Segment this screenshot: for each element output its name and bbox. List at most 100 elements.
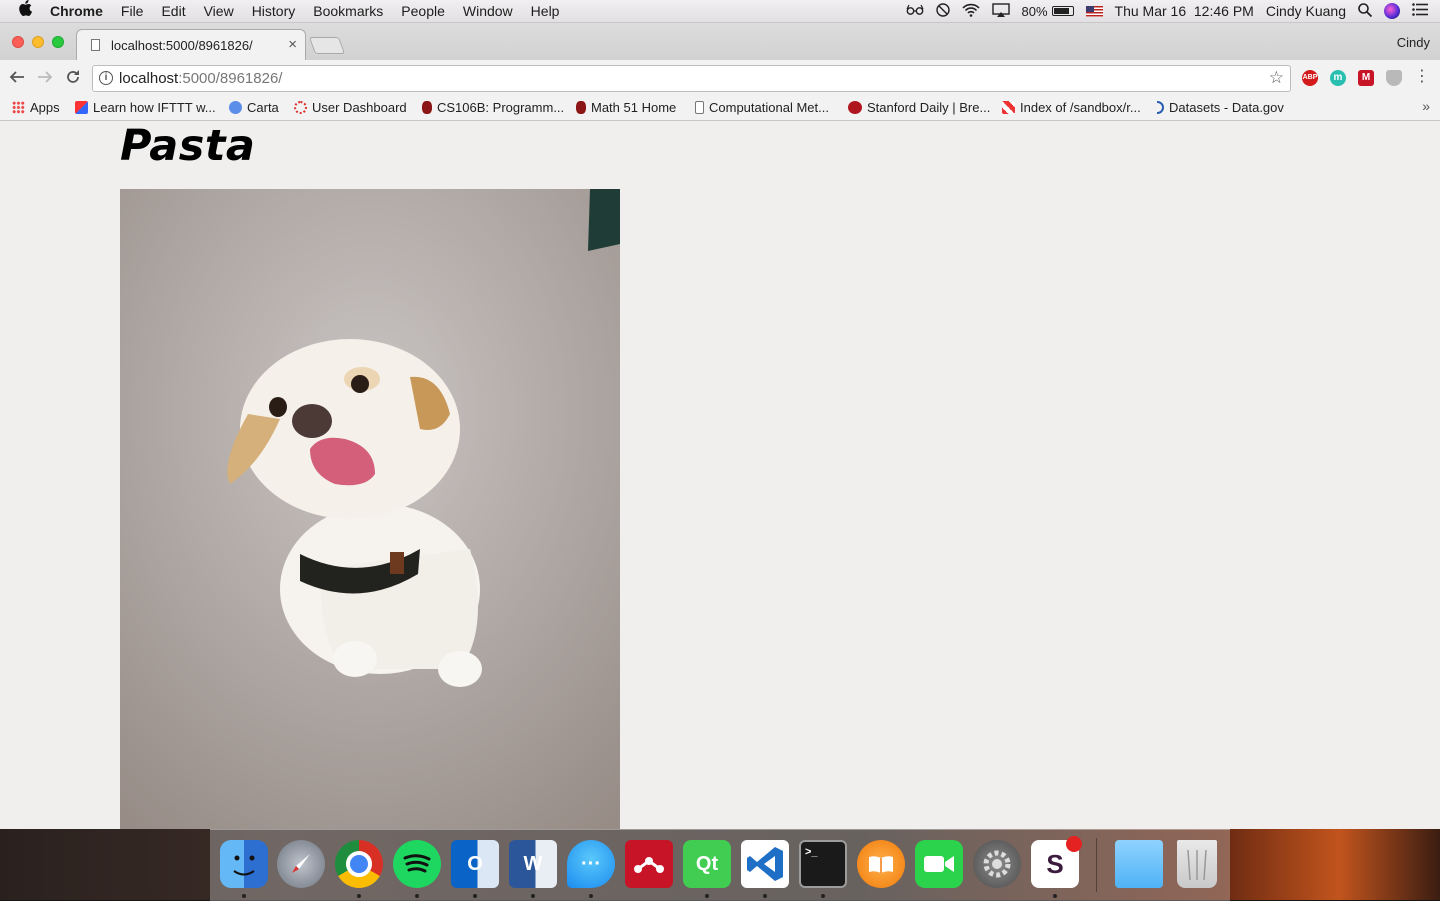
dock-separator (1096, 838, 1097, 892)
bookmark-carta[interactable]: Carta (229, 100, 279, 115)
menu-window[interactable]: Window (463, 0, 513, 22)
carta-icon (229, 101, 242, 114)
url-text[interactable]: localhost:5000/8961826/ (119, 70, 282, 87)
spotlight-search-icon[interactable] (1358, 2, 1373, 20)
menu-people[interactable]: People (401, 0, 445, 22)
us-flag-input-source-icon[interactable] (1085, 5, 1103, 17)
page-icon (695, 101, 704, 114)
tab-strip: localhost:5000/8961826/ × Cindy (0, 23, 1440, 60)
url-path: :5000/8961826/ (178, 70, 283, 87)
close-tab-icon[interactable]: × (288, 36, 297, 53)
new-tab-button[interactable] (308, 37, 346, 54)
browser-window: localhost:5000/8961826/ × Cindy i localh… (0, 23, 1440, 829)
spotify-running-dot (415, 894, 419, 898)
bookmark-cs106b[interactable]: CS106B: Programm... (422, 100, 564, 115)
stanford-daily-icon (848, 101, 862, 114)
dog-photo (120, 189, 620, 829)
profile-button[interactable]: Cindy (1397, 35, 1430, 50)
close-window-button[interactable] (12, 36, 24, 48)
chrome-running-dot (357, 894, 361, 898)
bookmark-index-sandbox[interactable]: Index of /sandbox/r... (1002, 100, 1141, 115)
zoom-window-button[interactable] (52, 36, 64, 48)
word-icon[interactable]: W (509, 840, 557, 888)
messages-icon[interactable]: ··· (567, 840, 615, 888)
ifttt-icon (75, 101, 88, 114)
menu-history[interactable]: History (252, 0, 296, 22)
datagov-icon (1157, 101, 1164, 114)
page-content: Pasta (0, 121, 1440, 829)
site-info-icon[interactable]: i (99, 71, 113, 85)
facetime-icon[interactable] (915, 840, 963, 888)
battery-icon[interactable] (1051, 6, 1074, 16)
outlook-icon[interactable]: O (451, 840, 499, 888)
wifi-icon[interactable] (961, 3, 980, 20)
bookmark-stanford-daily[interactable]: Stanford Daily | Bre... (848, 100, 990, 115)
dock: O W ··· Qt >_ S (210, 829, 1230, 901)
slack-running-dot (1053, 894, 1057, 898)
bookmark-user-dashboard[interactable]: User Dashboard (294, 100, 407, 115)
clock[interactable]: Thu Mar 16 12:46 PM (1115, 3, 1254, 19)
trash-icon[interactable] (1177, 840, 1217, 888)
ibooks-icon[interactable] (857, 840, 905, 888)
apple-menu-icon[interactable] (18, 0, 32, 22)
stanford-icon (422, 101, 432, 114)
menu-app-name[interactable]: Chrome (50, 0, 103, 22)
mendeley-extension-icon[interactable]: M (1358, 70, 1374, 86)
do-not-disturb-icon[interactable] (935, 2, 950, 20)
bookmark-computational-methods[interactable]: Computational Met... (695, 100, 829, 115)
bookmark-math51[interactable]: Math 51 Home (576, 100, 676, 115)
word-running-dot (531, 894, 535, 898)
browser-toolbar: i localhost:5000/8961826/ ☆ ABP m M ⋮ (0, 60, 1440, 96)
qt-creator-icon[interactable]: Qt (683, 840, 731, 888)
messages-running-dot (589, 894, 593, 898)
url-host: localhost (119, 70, 179, 87)
stanford-icon (576, 101, 586, 114)
minimize-window-button[interactable] (32, 36, 44, 48)
menu-help[interactable]: Help (531, 0, 560, 22)
address-bar[interactable]: i localhost:5000/8961826/ ☆ (92, 65, 1291, 92)
bookmark-apps[interactable]: Apps (12, 100, 60, 115)
active-tab[interactable]: localhost:5000/8961826/ × (76, 29, 306, 60)
menu-file[interactable]: File (121, 0, 144, 22)
glasses-icon[interactable] (905, 3, 924, 19)
mendeley-icon[interactable] (625, 840, 673, 888)
user-name[interactable]: Cindy Kuang (1266, 3, 1346, 19)
bookmarks-overflow-icon[interactable]: » (1422, 98, 1430, 114)
spotify-icon[interactable] (393, 840, 441, 888)
visual-studio-code-icon[interactable] (741, 840, 789, 888)
apps-grid-icon (12, 101, 25, 114)
momentum-extension-icon[interactable]: m (1330, 70, 1346, 86)
outlook-running-dot (473, 894, 477, 898)
terminal-icon[interactable]: >_ (799, 840, 847, 888)
vscode-running-dot (763, 894, 767, 898)
terminal-running-dot (821, 894, 825, 898)
forward-arrow-icon[interactable] (34, 66, 56, 88)
finder-icon[interactable] (220, 840, 268, 888)
slack-notification-badge (1066, 836, 1082, 852)
reload-icon[interactable] (62, 66, 84, 88)
chrome-menu-icon[interactable]: ⋮ (1411, 66, 1433, 88)
siri-icon[interactable] (1384, 3, 1400, 19)
menu-bar: Chrome File Edit View History Bookmarks … (0, 0, 1440, 23)
dashboard-icon (294, 101, 307, 114)
tab-title: localhost:5000/8961826/ (111, 38, 253, 53)
airplay-icon[interactable] (991, 2, 1010, 20)
system-preferences-gear-icon[interactable] (973, 840, 1021, 888)
finder-running-dot (242, 894, 246, 898)
desktop-background: O W ··· Qt >_ S (0, 829, 1440, 901)
chrome-icon[interactable] (335, 840, 383, 888)
adblock-plus-icon[interactable]: ABP (1302, 70, 1318, 86)
bookmark-star-icon[interactable]: ☆ (1269, 68, 1284, 88)
menu-view[interactable]: View (204, 0, 234, 22)
battery-percent[interactable]: 80% (1022, 4, 1048, 19)
menu-edit[interactable]: Edit (161, 0, 185, 22)
bookmark-data-gov[interactable]: Datasets - Data.gov (1157, 100, 1284, 115)
launchpad-icon[interactable] (277, 840, 325, 888)
back-arrow-icon[interactable] (6, 66, 28, 88)
bookmark-ifttt[interactable]: Learn how IFTTT w... (75, 100, 216, 115)
shield-extension-icon[interactable] (1386, 70, 1402, 86)
index-icon (1002, 101, 1015, 114)
menu-bookmarks[interactable]: Bookmarks (313, 0, 383, 22)
downloads-folder-icon[interactable] (1115, 840, 1163, 888)
notification-center-icon[interactable] (1412, 3, 1428, 19)
